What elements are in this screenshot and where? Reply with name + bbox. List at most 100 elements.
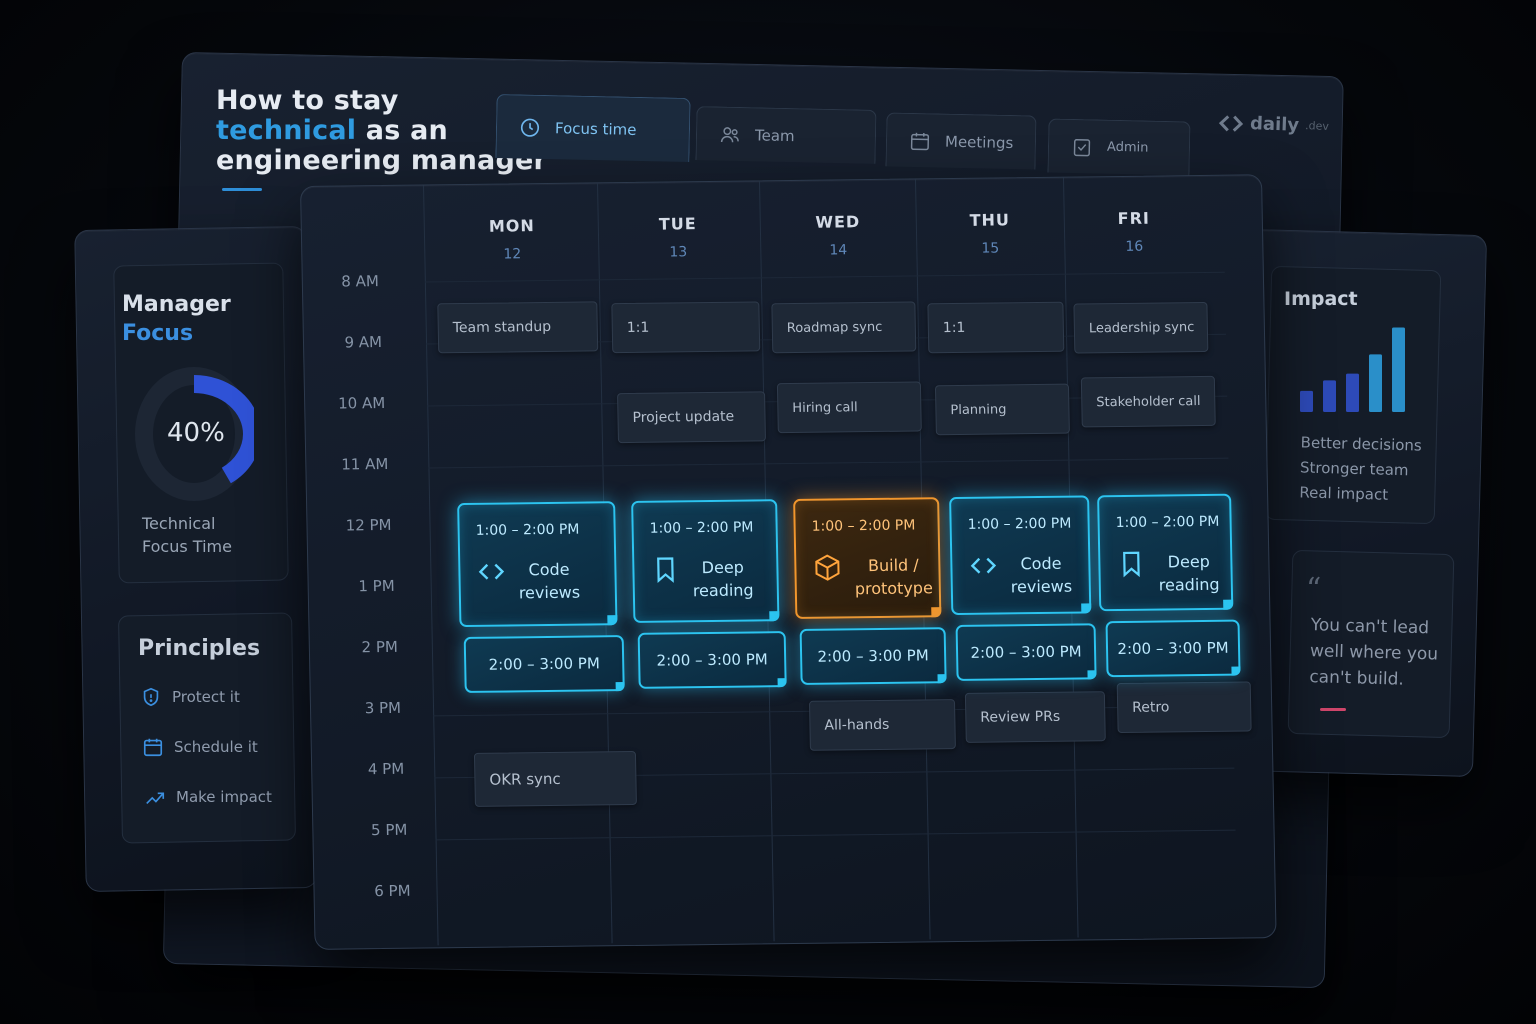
day-header-thu: THU: [969, 210, 1011, 230]
principle-impact: Make impact: [144, 786, 272, 808]
principle-schedule: Schedule it: [142, 736, 258, 758]
grid-line: [424, 271, 1225, 283]
day-number: 12: [503, 246, 522, 263]
event-one-on-one[interactable]: 1:1: [611, 301, 761, 354]
hour-label: 3 PM: [364, 698, 402, 718]
event-roadmap-sync[interactable]: Roadmap sync: [771, 301, 917, 354]
impact-bar: [1369, 354, 1382, 412]
principles-title: Principles: [138, 636, 261, 661]
tab-team[interactable]: Team: [695, 106, 877, 164]
checkbox-icon: [1073, 138, 1091, 156]
hour-label: 12 PM: [345, 515, 392, 535]
resize-handle[interactable]: [777, 678, 787, 688]
focus-caption: Technical Focus Time: [142, 514, 232, 556]
resize-handle[interactable]: [1223, 599, 1234, 610]
manager-focus-title: Manager Focus: [122, 292, 231, 346]
quote-mark: “: [1306, 572, 1322, 607]
view-tabs: Focus time Team Meetings Admin: [495, 93, 1196, 176]
impact-item: Real impact: [1299, 483, 1389, 504]
focus-block-deep-reading[interactable]: 1:00 – 2:00 PM Deep reading: [1097, 493, 1234, 612]
tab-admin[interactable]: Admin: [1047, 118, 1191, 176]
bookmark-icon: [1123, 551, 1140, 578]
shield-icon: [143, 687, 159, 707]
hour-label: 10 AM: [337, 393, 386, 413]
day-header-mon: MON: [488, 216, 535, 236]
resize-handle[interactable]: [931, 607, 942, 618]
event-leadership-sync[interactable]: Leadership sync: [1073, 301, 1209, 354]
title-accent: technical: [216, 115, 357, 146]
resize-handle[interactable]: [615, 682, 625, 692]
calendar-icon: [910, 132, 930, 150]
impact-bar: [1323, 380, 1336, 412]
event-all-hands[interactable]: All-hands: [808, 699, 956, 751]
grid-line: [435, 829, 1236, 841]
event-okr-sync[interactable]: OKR sync: [473, 750, 637, 807]
quote-text: You can't lead well where you can't buil…: [1309, 615, 1439, 690]
calendar-icon: [143, 738, 163, 757]
event-one-on-one[interactable]: 1:1: [927, 301, 1065, 354]
cube-icon: [815, 554, 840, 581]
focus-block-deep-reading[interactable]: 1:00 – 2:00 PM Deep reading: [631, 499, 780, 623]
calendar-panel: MON 12 TUE 13 WED 14 THU 15 FRI 16 8 AM …: [300, 174, 1277, 950]
tab-meetings[interactable]: Meetings: [885, 112, 1037, 170]
focus-slot[interactable]: 2:00 – 3:00 PM: [463, 635, 625, 694]
impact-bar: [1346, 373, 1359, 412]
hour-label: 8 AM: [341, 272, 380, 291]
hour-label: 9 AM: [344, 333, 383, 352]
impact-bar-chart: [1300, 327, 1405, 412]
event-review-prs[interactable]: Review PRs: [964, 691, 1106, 743]
focus-slot[interactable]: 2:00 – 3:00 PM: [1105, 619, 1241, 678]
hour-label: 5 PM: [370, 820, 408, 840]
focus-slot[interactable]: 2:00 – 3:00 PM: [799, 627, 947, 685]
bookmark-icon: [657, 557, 674, 584]
focus-block-code-reviews[interactable]: 1:00 – 2:00 PM Code reviews: [457, 501, 618, 628]
focus-block-code-reviews[interactable]: 1:00 – 2:00 PM Code reviews: [949, 495, 1092, 616]
brand-logo: daily .dev: [1218, 112, 1330, 137]
event-stakeholder-call[interactable]: Stakeholder call: [1080, 375, 1216, 428]
hour-label: 4 PM: [367, 759, 405, 779]
grid-line: [428, 457, 1229, 469]
hour-label: 1 PM: [358, 576, 395, 596]
day-number: 13: [669, 244, 688, 261]
trend-up-icon: [146, 792, 165, 805]
resize-handle[interactable]: [1087, 670, 1097, 680]
impact-item: Better decisions: [1300, 433, 1422, 455]
event-team-standup[interactable]: Team standup: [437, 301, 599, 354]
quote-accent-line: [1320, 708, 1346, 711]
impact-item: Stronger team: [1299, 458, 1409, 480]
resize-handle[interactable]: [607, 615, 618, 626]
focus-block-build-prototype[interactable]: 1:00 – 2:00 PM Build / prototype: [793, 497, 942, 619]
code-icon: [478, 563, 505, 580]
resize-handle[interactable]: [1081, 603, 1092, 614]
focus-slot[interactable]: 2:00 – 3:00 PM: [637, 631, 787, 689]
focus-slot[interactable]: 2:00 – 3:00 PM: [955, 623, 1097, 682]
day-number: 16: [1125, 238, 1144, 255]
impact-bar: [1392, 327, 1405, 412]
event-planning[interactable]: Planning: [934, 383, 1070, 436]
event-retro[interactable]: Retro: [1116, 681, 1252, 734]
impact-bar: [1300, 390, 1313, 412]
code-icon: [970, 557, 997, 574]
resize-handle[interactable]: [1231, 666, 1241, 676]
focus-percent: 40%: [167, 418, 225, 448]
day-header-wed: WED: [815, 212, 861, 232]
people-icon: [720, 126, 739, 142]
resize-handle[interactable]: [937, 674, 947, 684]
principle-protect: Protect it: [140, 686, 240, 708]
day-number: 15: [981, 240, 1000, 257]
title-underline: [222, 188, 262, 191]
day-number: 14: [829, 242, 848, 259]
daily-logo-icon: [1218, 114, 1244, 132]
hour-label: 11 AM: [341, 454, 389, 474]
tab-focus-time[interactable]: Focus time: [495, 93, 691, 163]
impact-list: Better decisions Stronger team Real impa…: [1299, 430, 1422, 508]
grid-line: [423, 185, 439, 946]
impact-title: Impact: [1284, 288, 1358, 310]
event-project-update[interactable]: Project update: [617, 391, 766, 444]
resize-handle[interactable]: [769, 611, 780, 622]
hour-label: 2 PM: [361, 637, 399, 657]
day-header-fri: FRI: [1117, 208, 1151, 229]
day-header-tue: TUE: [658, 214, 697, 234]
clock-icon: [520, 118, 540, 137]
event-hiring-call[interactable]: Hiring call: [776, 381, 922, 434]
